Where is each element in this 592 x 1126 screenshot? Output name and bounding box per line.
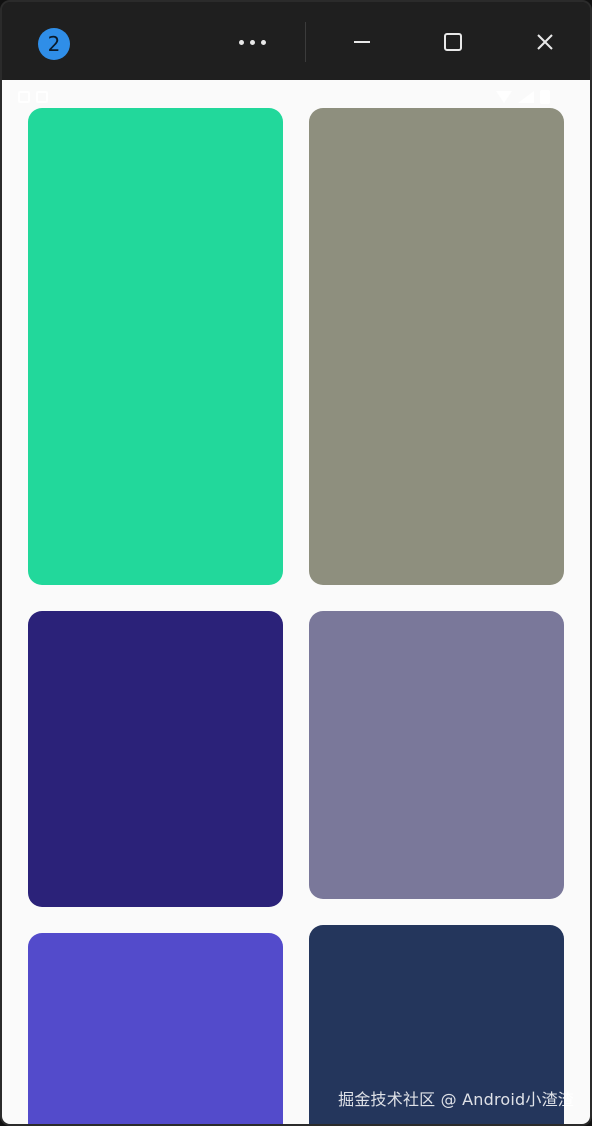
status-icon-1 bbox=[18, 91, 30, 103]
maximize-icon bbox=[444, 33, 462, 51]
window-titlebar: 2 bbox=[2, 2, 590, 80]
close-icon bbox=[537, 34, 553, 50]
color-card-4[interactable] bbox=[309, 611, 564, 899]
wifi-icon bbox=[496, 91, 512, 103]
battery-icon bbox=[540, 90, 550, 104]
close-button[interactable] bbox=[517, 20, 573, 64]
more-horizontal-icon bbox=[249, 39, 255, 45]
status-right-icons bbox=[486, 88, 550, 106]
more-horizontal-icon bbox=[238, 39, 244, 45]
status-left-icons bbox=[18, 88, 70, 106]
app-window: 2 掘金技术社区 @ Android小渣渣 bbox=[0, 0, 592, 1126]
color-card-3[interactable] bbox=[28, 611, 283, 907]
color-card-5[interactable] bbox=[28, 933, 283, 1124]
minimize-icon bbox=[354, 41, 370, 43]
signal-icon bbox=[518, 91, 534, 103]
more-options-button[interactable] bbox=[224, 20, 280, 64]
window-count-badge[interactable]: 2 bbox=[38, 28, 70, 60]
maximize-button[interactable] bbox=[425, 20, 481, 64]
titlebar-divider bbox=[305, 22, 306, 62]
color-card-2[interactable] bbox=[309, 108, 564, 585]
more-horizontal-icon bbox=[260, 39, 266, 45]
watermark-text: 掘金技术社区 @ Android小渣渣 bbox=[338, 1090, 574, 1109]
app-content: 掘金技术社区 @ Android小渣渣 bbox=[2, 80, 590, 1124]
color-card-1[interactable] bbox=[28, 108, 283, 585]
minimize-button[interactable] bbox=[334, 20, 390, 64]
status-icon-2 bbox=[36, 91, 48, 103]
